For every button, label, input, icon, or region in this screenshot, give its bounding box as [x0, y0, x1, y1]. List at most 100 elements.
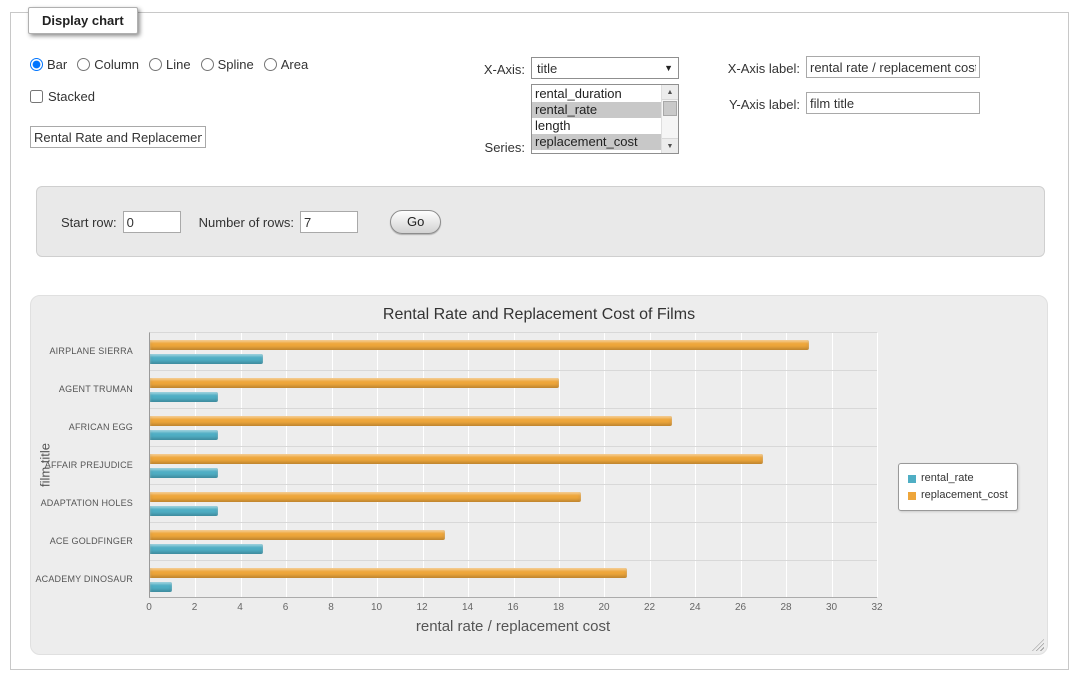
resize-handle-icon[interactable] — [1032, 639, 1044, 651]
chart-type-radio-bar[interactable] — [30, 58, 43, 71]
bar-rental_rate — [150, 544, 263, 554]
series-option[interactable]: replacement_cost — [532, 134, 661, 150]
category-label: AFRICAN EGG — [31, 408, 141, 446]
x-tick-label: 6 — [283, 602, 289, 613]
scroll-up-icon[interactable]: ▲ — [662, 85, 678, 100]
category-label: ACADEMY DINOSAUR — [31, 560, 141, 598]
x-tick-label: 30 — [826, 602, 837, 613]
legend-entry[interactable]: rental_rate — [908, 470, 1008, 487]
chart-type-radio-column[interactable] — [77, 58, 90, 71]
start-row-input[interactable] — [123, 211, 181, 233]
x-axis-label-input[interactable] — [806, 56, 980, 78]
chart-type-radio-line[interactable] — [149, 58, 162, 71]
legend-label: replacement_cost — [921, 487, 1008, 504]
bar-replacement_cost — [150, 378, 559, 388]
x-axis-select-caption: X-Axis: — [430, 62, 525, 77]
stacked-checkbox[interactable] — [30, 90, 43, 103]
series-multiselect[interactable]: rental_durationrental_ratelengthreplacem… — [531, 84, 679, 154]
x-gridline — [877, 333, 878, 597]
chart-type-option-line[interactable]: Line — [149, 57, 191, 72]
chart-type-label: Column — [94, 57, 139, 72]
bar-replacement_cost — [150, 568, 627, 578]
chart-type-option-column[interactable]: Column — [77, 57, 139, 72]
bar-rental_rate — [150, 468, 218, 478]
category-label: AGENT TRUMAN — [31, 370, 141, 408]
chart-type-label: Spline — [218, 57, 254, 72]
category-label: ADAPTATION HOLES — [31, 484, 141, 522]
category-row — [150, 523, 877, 561]
bar-rental_rate — [150, 430, 218, 440]
chart-type-label: Line — [166, 57, 191, 72]
category-row — [150, 447, 877, 485]
x-axis-title: rental rate / replacement cost — [149, 618, 877, 635]
scroll-down-icon[interactable]: ▼ — [662, 138, 678, 153]
num-rows-input[interactable] — [300, 211, 358, 233]
plot-area — [149, 332, 877, 598]
bar-rental_rate — [150, 506, 218, 516]
chart-legend: rental_ratereplacement_cost — [898, 463, 1018, 511]
series-option[interactable]: length — [532, 118, 661, 134]
y-axis-label-caption: Y-Axis label: — [700, 97, 800, 112]
chart-title-input[interactable] — [30, 126, 206, 148]
bar-replacement_cost — [150, 454, 763, 464]
chart-title: Rental Rate and Replacement Cost of Film… — [31, 306, 1047, 324]
bar-replacement_cost — [150, 530, 445, 540]
x-tick-label: 2 — [192, 602, 198, 613]
x-axis-select[interactable]: title ▼ — [531, 57, 679, 79]
chart-type-label: Area — [281, 57, 308, 72]
chart-type-option-area[interactable]: Area — [264, 57, 308, 72]
num-rows-label: Number of rows: — [199, 215, 294, 230]
category-row — [150, 485, 877, 523]
category-row — [150, 333, 877, 371]
chart-type-radio-group: Bar Column Line Spline Area — [30, 57, 318, 72]
rows-control-panel: Start row: Number of rows: Go — [36, 186, 1045, 257]
chart-type-option-spline[interactable]: Spline — [201, 57, 254, 72]
stacked-label: Stacked — [48, 89, 95, 104]
chart-type-option-bar[interactable]: Bar — [30, 57, 67, 72]
legend-swatch-icon — [908, 492, 916, 500]
panel-legend: Display chart — [28, 7, 138, 34]
scrollbar-thumb[interactable] — [663, 101, 677, 116]
x-tick-label: 10 — [371, 602, 382, 613]
stacked-option[interactable]: Stacked — [30, 89, 95, 104]
bar-replacement_cost — [150, 492, 581, 502]
start-row-label: Start row: — [61, 215, 117, 230]
category-row — [150, 409, 877, 447]
series-option[interactable]: rental_duration — [532, 86, 661, 102]
category-axis-labels: AIRPLANE SIERRAAGENT TRUMANAFRICAN EGGAF… — [31, 332, 141, 598]
chart-type-label: Bar — [47, 57, 67, 72]
x-tick-label: 0 — [146, 602, 152, 613]
chart-type-radio-area[interactable] — [264, 58, 277, 71]
go-button[interactable]: Go — [390, 210, 441, 234]
x-tick-label: 22 — [644, 602, 655, 613]
x-tick-label: 32 — [871, 602, 882, 613]
bar-rental_rate — [150, 354, 263, 364]
x-axis-select-value: title — [537, 61, 557, 76]
category-label: ACE GOLDFINGER — [31, 522, 141, 560]
x-axis-label-caption: X-Axis label: — [700, 61, 800, 76]
x-tick-label: 16 — [507, 602, 518, 613]
bar-rental_rate — [150, 582, 172, 592]
x-tick-label: 18 — [553, 602, 564, 613]
x-axis-ticks: 02468101214161820222426283032 — [149, 602, 877, 616]
legend-entry[interactable]: replacement_cost — [908, 487, 1008, 504]
series-options: rental_durationrental_ratelengthreplacem… — [532, 86, 661, 150]
x-tick-label: 24 — [689, 602, 700, 613]
x-tick-label: 12 — [416, 602, 427, 613]
series-option[interactable]: rental_rate — [532, 102, 661, 118]
category-row — [150, 561, 877, 599]
series-select-caption: Series: — [430, 140, 525, 155]
legend-swatch-icon — [908, 475, 916, 483]
chart-container: Rental Rate and Replacement Cost of Film… — [30, 295, 1048, 655]
bar-rental_rate — [150, 392, 218, 402]
x-tick-label: 14 — [462, 602, 473, 613]
series-scrollbar[interactable]: ▲ ▼ — [661, 85, 678, 153]
x-tick-label: 26 — [735, 602, 746, 613]
y-axis-label-input[interactable] — [806, 92, 980, 114]
x-tick-label: 8 — [328, 602, 334, 613]
legend-label: rental_rate — [921, 470, 974, 487]
x-tick-label: 20 — [598, 602, 609, 613]
chart-type-radio-spline[interactable] — [201, 58, 214, 71]
x-tick-label: 28 — [780, 602, 791, 613]
chevron-down-icon: ▼ — [664, 63, 673, 73]
